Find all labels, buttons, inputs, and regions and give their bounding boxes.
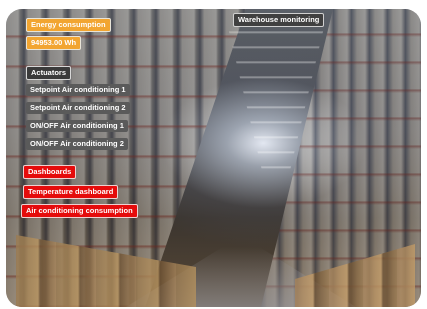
dashboards-heading: Dashboards <box>23 165 77 179</box>
temperature-dashboard-link[interactable]: Temperature dashboard <box>23 185 119 199</box>
background-photo <box>6 9 421 307</box>
setpoint-ac2-button[interactable]: Setpoint Air conditioning 2 <box>26 102 130 114</box>
actuators-heading: Actuators <box>26 66 72 80</box>
onoff-ac2-button[interactable]: ON/OFF Air conditioning 2 <box>26 138 128 150</box>
energy-consumption-label: Energy consumption <box>26 18 111 32</box>
ac-consumption-link[interactable]: Air conditioning consumption <box>21 204 138 218</box>
energy-consumption-value: 94953.00 Wh <box>26 36 82 50</box>
onoff-ac1-button[interactable]: ON/OFF Air conditioning 1 <box>26 120 128 132</box>
page-title: Warehouse monitoring <box>233 13 325 27</box>
setpoint-ac1-button[interactable]: Setpoint Air conditioning 1 <box>26 84 130 96</box>
